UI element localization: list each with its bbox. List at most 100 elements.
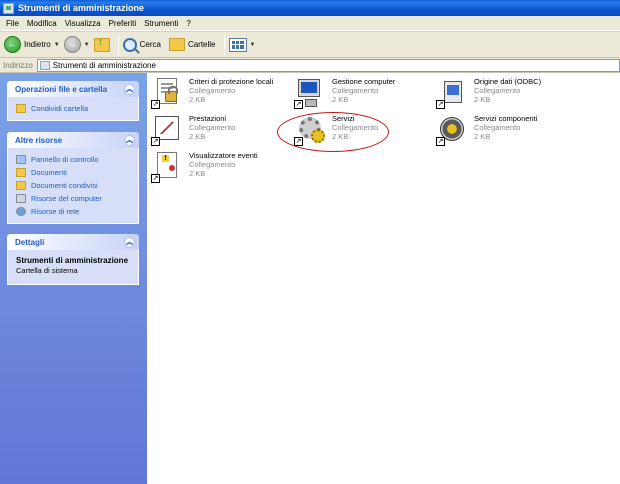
menu-bar: File Modifica Visualizza Preferiti Strum… <box>0 16 620 31</box>
documents-label: Documenti <box>31 168 67 177</box>
computer-icon <box>16 194 26 203</box>
shortcut-arrow-icon: ↗ <box>436 100 445 109</box>
share-folder-label: Condividi cartella <box>31 104 89 113</box>
network-places-label: Risorse di rete <box>31 207 80 216</box>
back-arrow-icon: ← <box>4 36 21 53</box>
menu-help[interactable]: ? <box>182 19 194 28</box>
shortcut-arrow-icon: ↗ <box>151 174 160 183</box>
file-tasks-header[interactable]: Operazioni file e cartella ︽ <box>7 81 139 97</box>
menu-edit[interactable]: Modifica <box>23 19 61 28</box>
documents-folder-icon <box>16 168 26 177</box>
file-item-security-policy[interactable]: ↗ Criteri di protezione locali Collegame… <box>151 77 296 109</box>
menu-tools[interactable]: Strumenti <box>140 19 182 28</box>
documents-link[interactable]: Documenti <box>16 166 130 179</box>
details-description: Cartella di sistema <box>16 266 78 275</box>
control-panel-link[interactable]: Pannello di controllo <box>16 153 130 166</box>
views-icon <box>228 37 247 52</box>
share-folder-icon <box>16 104 26 113</box>
file-type: Collegamento <box>189 86 236 95</box>
search-button[interactable]: Cerca <box>122 37 161 52</box>
shared-documents-label: Documenti condivisi <box>31 181 98 190</box>
share-folder-link[interactable]: Condividi cartella <box>16 102 130 115</box>
toolbar-separator <box>223 34 225 55</box>
toolbar: ← Indietro ▼ → ▼ Cerca Cartelle ▼ <box>0 31 620 58</box>
file-item-services[interactable]: ↗ Servizi Collegamento 2 KB <box>294 114 439 146</box>
details-header[interactable]: Dettagli ︽ <box>7 234 139 250</box>
file-name: Servizi componenti <box>474 114 538 123</box>
shortcut-arrow-icon: ↗ <box>294 137 303 146</box>
collapse-icon[interactable]: ︽ <box>124 83 135 95</box>
back-button[interactable]: ← Indietro ▼ <box>4 36 60 53</box>
control-panel-label: Pannello di controllo <box>31 155 99 164</box>
odbc-icon: ↗ <box>436 77 468 109</box>
file-type: Collegamento <box>474 123 521 132</box>
up-folder-button[interactable] <box>93 36 110 52</box>
file-size: 2 KB <box>189 132 206 141</box>
forward-dropdown-icon[interactable]: ▼ <box>84 42 90 48</box>
file-size: 2 KB <box>474 95 491 104</box>
menu-view[interactable]: Visualizza <box>61 19 105 28</box>
services-icon: ↗ <box>294 114 326 146</box>
forward-arrow-icon: → <box>63 36 81 53</box>
details-title: Dettagli <box>15 237 45 247</box>
search-icon <box>122 37 137 52</box>
file-name: Visualizzatore eventi <box>189 151 258 160</box>
shared-documents-folder-icon <box>16 181 26 190</box>
other-places-body: Pannello di controllo Documenti Document… <box>7 148 139 224</box>
control-panel-icon <box>16 155 26 164</box>
other-places-panel: Altre risorse ︽ Pannello di controllo Do… <box>7 132 139 224</box>
address-label: Indirizzo <box>3 60 33 70</box>
file-type: Collegamento <box>474 86 521 95</box>
details-panel: Dettagli ︽ Strumenti di amministrazione … <box>7 234 139 285</box>
search-label: Cerca <box>139 40 161 49</box>
views-button[interactable]: ▼ <box>228 37 256 52</box>
other-places-header[interactable]: Altre risorse ︽ <box>7 132 139 148</box>
folders-button[interactable]: Cartelle <box>168 38 216 51</box>
window-title: Strumenti di amministrazione <box>18 3 145 13</box>
file-tasks-body: Condividi cartella <box>7 97 139 121</box>
security-policy-icon: ↗ <box>151 77 183 109</box>
address-value: Strumenti di amministrazione <box>52 60 156 70</box>
back-label: Indietro <box>24 40 51 49</box>
file-size: 2 KB <box>189 95 206 104</box>
menu-file[interactable]: File <box>2 19 23 28</box>
menu-favorites[interactable]: Preferiti <box>105 19 141 28</box>
file-item-performance[interactable]: ↗ Prestazioni Collegamento 2 KB <box>151 114 296 146</box>
my-computer-link[interactable]: Risorse del computer <box>16 192 130 205</box>
network-places-link[interactable]: Risorse di rete <box>16 205 130 218</box>
file-size: 2 KB <box>189 169 206 178</box>
collapse-icon[interactable]: ︽ <box>124 134 135 146</box>
folders-icon <box>168 38 185 51</box>
toolbar-separator <box>117 34 119 55</box>
file-item-component-services[interactable]: ↗ Servizi componenti Collegamento 2 KB <box>436 114 581 146</box>
component-services-icon: ↗ <box>436 114 468 146</box>
shortcut-arrow-icon: ↗ <box>436 137 445 146</box>
file-list: ↗ Criteri di protezione locali Collegame… <box>147 73 620 484</box>
file-tasks-title: Operazioni file e cartella <box>15 84 108 94</box>
forward-button[interactable]: → ▼ <box>63 36 90 53</box>
network-icon <box>16 207 26 216</box>
computer-management-icon: ↗ <box>294 77 326 109</box>
back-dropdown-icon[interactable]: ▼ <box>54 42 60 48</box>
file-item-computer-management[interactable]: ↗ Gestione computer Collegamento 2 KB <box>294 77 439 109</box>
details-body: Strumenti di amministrazione Cartella di… <box>7 250 139 285</box>
file-item-odbc[interactable]: ↗ Origine dati (ODBC) Collegamento 2 KB <box>436 77 581 109</box>
my-computer-label: Risorse del computer <box>31 194 102 203</box>
file-type: Collegamento <box>189 123 236 132</box>
shared-documents-link[interactable]: Documenti condivisi <box>16 179 130 192</box>
shortcut-arrow-icon: ↗ <box>294 100 303 109</box>
details-name: Strumenti di amministrazione <box>16 256 129 265</box>
file-name: Criteri di protezione locali <box>189 77 274 86</box>
task-pane: Operazioni file e cartella ︽ Condividi c… <box>0 73 147 484</box>
file-size: 2 KB <box>474 132 491 141</box>
views-dropdown-icon[interactable]: ▼ <box>250 42 256 48</box>
address-field[interactable]: Strumenti di amministrazione <box>36 58 620 72</box>
file-tasks-panel: Operazioni file e cartella ︽ Condividi c… <box>7 81 139 121</box>
file-name: Servizi <box>332 114 355 123</box>
file-name: Origine dati (ODBC) <box>474 77 542 86</box>
performance-icon: ↗ <box>151 114 183 146</box>
collapse-icon[interactable]: ︽ <box>124 236 135 248</box>
file-size: 2 KB <box>332 95 349 104</box>
file-item-event-viewer[interactable]: ↗ Visualizzatore eventi Collegamento 2 K… <box>151 151 296 183</box>
title-bar: Strumenti di amministrazione <box>0 0 620 16</box>
